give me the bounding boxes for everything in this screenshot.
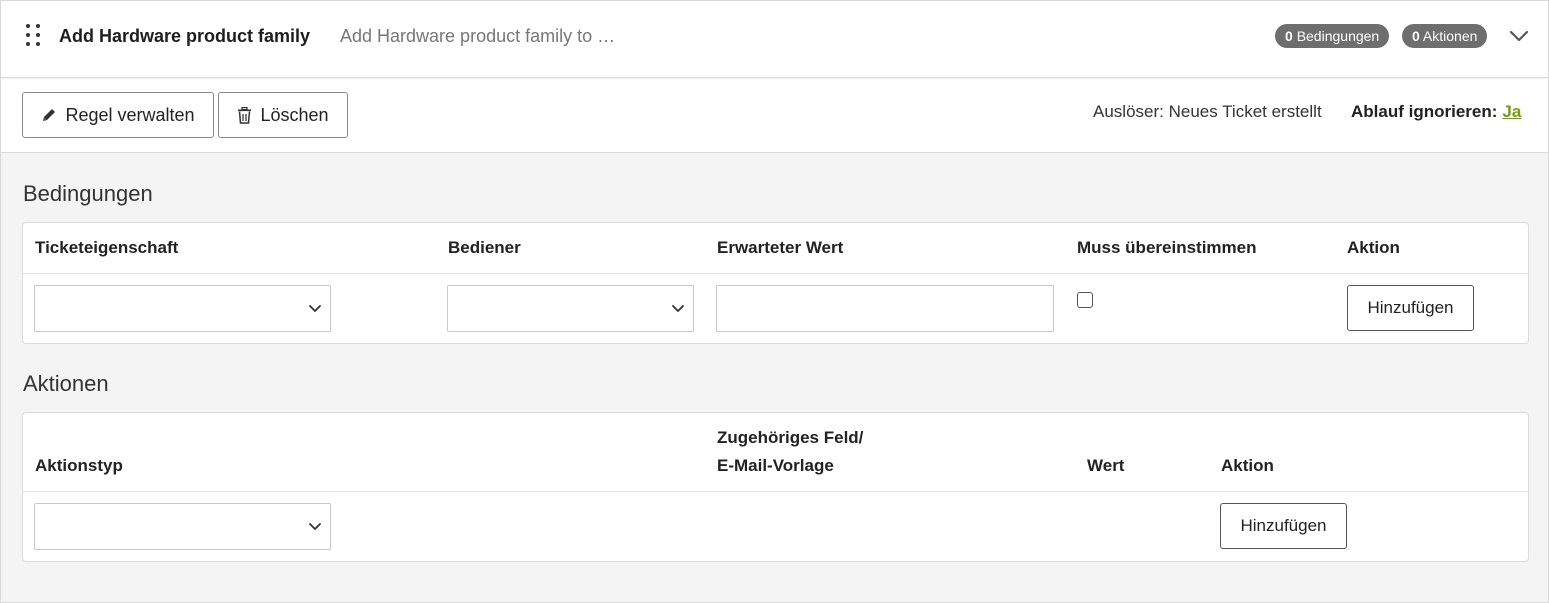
must-match-checkbox[interactable] bbox=[1077, 292, 1093, 308]
trigger-key: Auslöser: bbox=[1093, 102, 1164, 121]
col-must-match: Muss übereinstimmen bbox=[1077, 238, 1257, 257]
col-email-template: E-Mail-Vorlage bbox=[717, 456, 834, 475]
actions-heading: Aktionen bbox=[23, 371, 109, 396]
conditions-count-badge: 0 Bedingungen bbox=[1275, 24, 1390, 48]
col-expected-value: Erwarteter Wert bbox=[717, 238, 844, 257]
chevron-down-icon bbox=[672, 305, 684, 312]
pencil-icon bbox=[43, 109, 56, 121]
ignore-flow-key: Ablauf ignorieren: bbox=[1351, 102, 1498, 121]
trash-icon bbox=[238, 106, 252, 124]
actions-badge-label: Aktionen bbox=[1422, 28, 1478, 44]
col-operator: Bediener bbox=[448, 238, 521, 257]
trigger-info: Auslöser: Neues Ticket erstellt bbox=[1093, 102, 1322, 122]
col-ticket-property: Ticketeigenschaft bbox=[35, 238, 179, 257]
actions-count-badge: 0 Aktionen bbox=[1402, 24, 1488, 48]
actions-table: Aktionstyp Zugehöriges Feld/ E-Mail-Vorl… bbox=[22, 412, 1529, 562]
actions-count: 0 bbox=[1412, 28, 1420, 44]
expected-value-input[interactable] bbox=[716, 285, 1054, 332]
manage-rule-button[interactable]: Regel verwalten bbox=[22, 92, 214, 138]
add-action-button[interactable]: Hinzufügen bbox=[1220, 503, 1347, 549]
conditions-heading: Bedingungen bbox=[23, 181, 153, 206]
chevron-down-icon[interactable] bbox=[1508, 25, 1530, 47]
header-divider bbox=[23, 273, 1528, 274]
col-action: Aktion bbox=[1221, 456, 1274, 475]
drag-handle-icon[interactable] bbox=[24, 24, 42, 48]
operator-select[interactable] bbox=[447, 285, 694, 332]
rule-title: Add Hardware product family bbox=[59, 26, 311, 46]
col-action-type: Aktionstyp bbox=[35, 456, 123, 475]
add-condition-button[interactable]: Hinzufügen bbox=[1347, 285, 1474, 331]
conditions-table: Ticketeigenschaft Bediener Erwarteter We… bbox=[22, 222, 1529, 344]
rule-description: Add Hardware product family to … bbox=[340, 26, 616, 46]
header-divider bbox=[23, 491, 1528, 492]
rule-header[interactable]: Add Hardware product family Add Hardware… bbox=[1, 1, 1548, 78]
col-value: Wert bbox=[1087, 456, 1125, 475]
conditions-badge-label: Bedingungen bbox=[1296, 28, 1380, 44]
col-related-field: Zugehöriges Feld/ bbox=[717, 428, 864, 447]
chevron-down-icon bbox=[309, 523, 321, 530]
action-type-select[interactable] bbox=[34, 503, 331, 550]
rule-panel: Add Hardware product family Add Hardware… bbox=[0, 0, 1549, 603]
manage-rule-label: Regel verwalten bbox=[65, 104, 195, 125]
conditions-count: 0 bbox=[1285, 28, 1293, 44]
rule-toolbar: Regel verwalten Löschen Auslöser: Neues … bbox=[1, 79, 1548, 153]
trigger-value: Neues Ticket erstellt bbox=[1168, 102, 1322, 121]
ignore-flow-link[interactable]: Ja bbox=[1502, 102, 1521, 121]
col-action: Aktion bbox=[1347, 238, 1400, 257]
chevron-down-icon bbox=[309, 305, 321, 312]
ignore-flow-info: Ablauf ignorieren: Ja bbox=[1351, 102, 1521, 122]
delete-button[interactable]: Löschen bbox=[218, 92, 348, 138]
delete-label: Löschen bbox=[260, 104, 329, 125]
ticket-property-select[interactable] bbox=[34, 285, 331, 332]
